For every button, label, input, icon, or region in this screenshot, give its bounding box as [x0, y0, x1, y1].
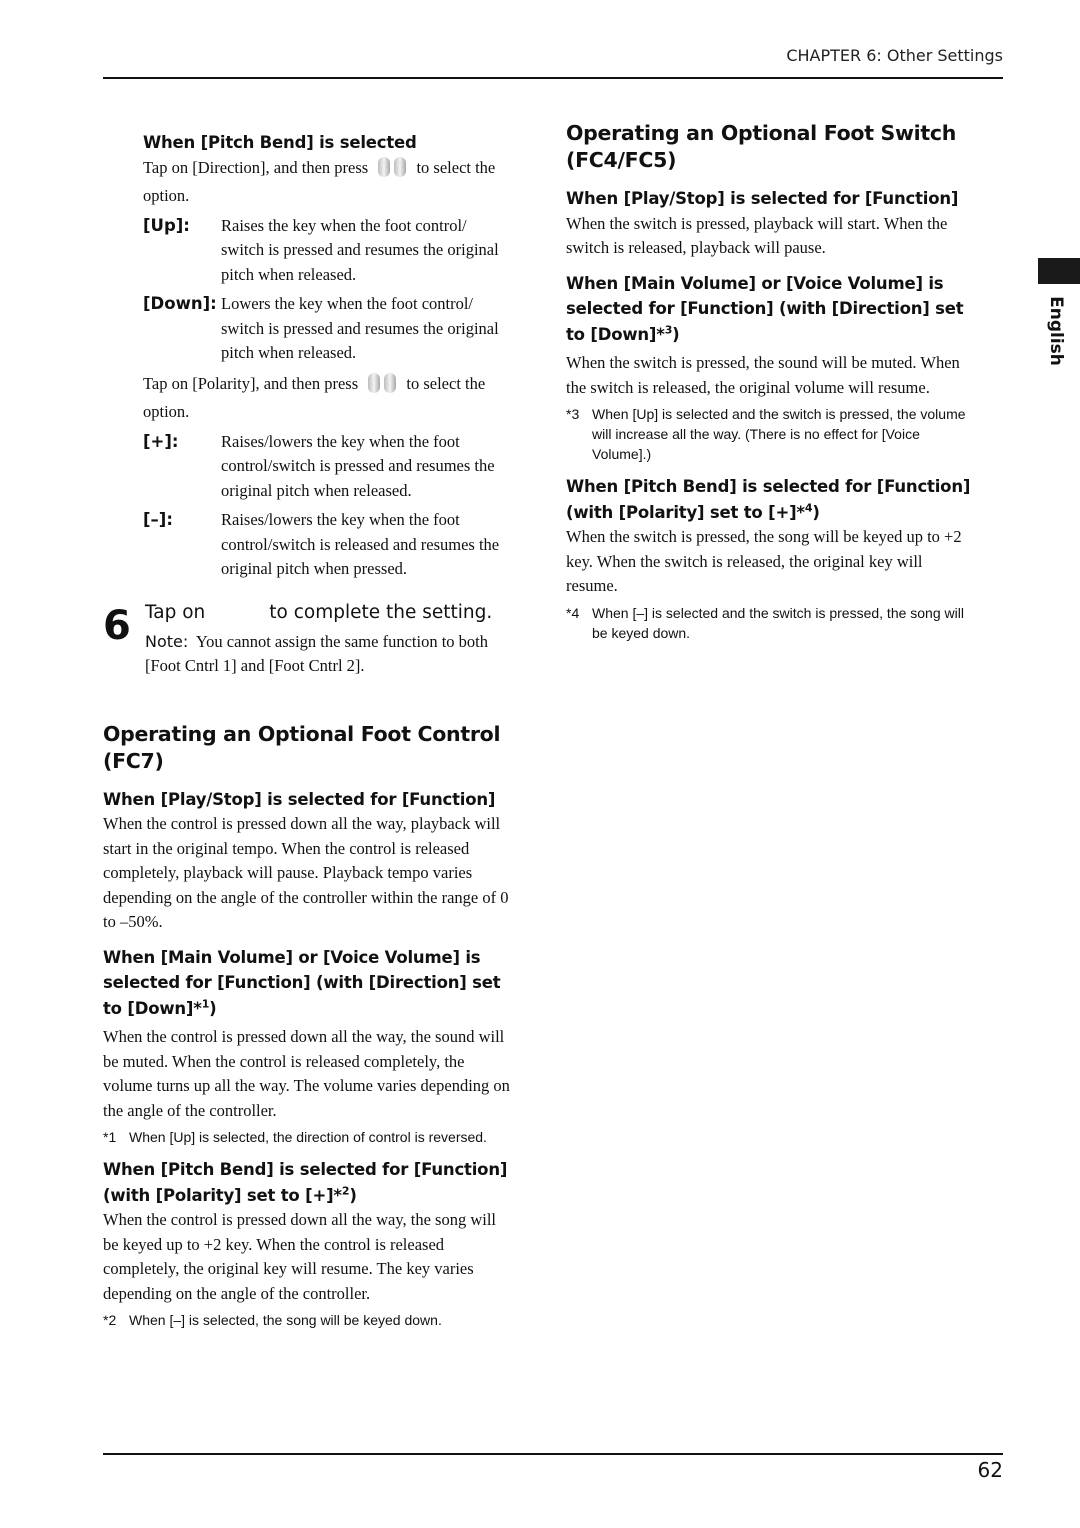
polarity-text-pre: Tap on [Polarity], and then press — [143, 373, 359, 393]
footnote-text: When [Up] is selected, the direction of … — [129, 1129, 487, 1145]
left-arrow-icon — [378, 156, 391, 177]
note-text: You cannot assign the same function to b… — [145, 631, 488, 676]
right-column: Operating an Optional Foot Switch (FC4/F… — [566, 120, 976, 643]
page-number: 62 — [977, 1458, 1003, 1482]
fc45-playstop-heading: When [Play/Stop] is selected for [Functi… — [566, 189, 959, 208]
direction-text-pre: Tap on [Direction], and then press — [143, 157, 369, 177]
fc7-pitch-text: When the control is pressed down all the… — [103, 1210, 497, 1303]
term-up: [Up]: — [143, 215, 190, 235]
step-text-post: to complete the setting. — [269, 601, 493, 623]
step-text-pre: Tap on — [145, 601, 206, 623]
desc-plus: Raises/lowers the key when the foot cont… — [221, 431, 495, 500]
note-label: Note: — [145, 631, 189, 651]
fc7-playstop-text: When the control is pressed down all the… — [103, 814, 509, 931]
footnote-ref: 4 — [804, 501, 813, 514]
fc45-volume-text: When the switch is pressed, the sound wi… — [566, 353, 960, 397]
footnote-2: *2 When [–] is selected, the song will be… — [103, 1310, 513, 1330]
right-arrow-icon — [384, 372, 397, 393]
fc7-playstop-heading: When [Play/Stop] is selected for [Functi… — [103, 789, 496, 809]
footnote-text: When [Up] is selected and the switch is … — [592, 406, 966, 462]
arrow-buttons-icon — [376, 156, 408, 185]
fc7-pitch-heading: When [Pitch Bend] is selected for [Funct… — [103, 1160, 508, 1205]
step-6: 6 Tap on to complete the setting. Note: Y… — [103, 600, 513, 679]
footnote-text: When [–] is selected and the switch is p… — [592, 604, 964, 641]
term-down: [Down]: — [143, 294, 217, 313]
term-minus: [–]: — [143, 510, 173, 529]
step-note: Note: You cannot assign the same functio… — [145, 630, 513, 679]
footnote-text: When [–] is selected, the song will be k… — [129, 1312, 442, 1328]
heading-text: When [Pitch Bend] is selected for [Funct… — [103, 1160, 508, 1205]
fc7-volume-text: When the control is pressed down all the… — [103, 1027, 510, 1120]
heading-text: When [Main Volume] or [Voice Volume] is … — [566, 273, 964, 344]
footnote-mark: *1 — [103, 1129, 117, 1145]
term-plus: [+]: — [143, 431, 179, 451]
footnote-mark: *4 — [566, 604, 580, 621]
footnote-ref: 3 — [664, 323, 673, 336]
manual-page: CHAPTER 6: Other Settings English When [… — [0, 0, 1080, 1528]
fc45-pitch-text: When the switch is pressed, the song wil… — [566, 527, 962, 595]
step-number: 6 — [103, 602, 131, 649]
fc45-playstop-text: When the switch is pressed, playback wil… — [566, 213, 948, 258]
language-tab-label: English — [1046, 296, 1066, 366]
footnote-4: *4 When [–] is selected and the switch is… — [566, 603, 976, 643]
polarity-instruction: Tap on [Polarity], and then press to sel… — [143, 372, 513, 425]
left-arrow-icon — [368, 372, 381, 393]
desc-up: Raises the key when the foot control/ sw… — [221, 215, 499, 284]
fc7-title: Operating an Optional Foot Control (FC7) — [103, 721, 501, 773]
desc-down: Lowers the key when the foot control/ sw… — [221, 294, 499, 362]
pitch-bend-section: When [Pitch Bend] is selected Tap on [Di… — [103, 130, 513, 582]
footnote-3: *3 When [Up] is selected and the switch i… — [566, 404, 976, 464]
definition-up: [Up]: Raises the key when the foot contr… — [143, 214, 513, 288]
arrow-buttons-icon — [366, 372, 398, 401]
header-rule — [103, 77, 1003, 79]
footnote-1: *1 When [Up] is selected, the direction o… — [103, 1127, 513, 1147]
desc-minus: Raises/lowers the key when the foot cont… — [221, 510, 500, 578]
pitch-bend-heading: When [Pitch Bend] is selected — [143, 133, 417, 152]
footer-rule — [103, 1453, 1003, 1455]
fc45-pitch-heading: When [Pitch Bend] is selected for [Funct… — [566, 477, 971, 522]
fc4-fc5-title: Operating an Optional Foot Switch (FC4/F… — [566, 121, 957, 172]
left-column: When [Pitch Bend] is selected Tap on [Di… — [103, 130, 513, 1330]
language-tab-marker — [1038, 258, 1080, 284]
definition-minus: [–]: Raises/lowers the key when the foot… — [143, 508, 513, 582]
footnote-ref: 2 — [341, 1184, 350, 1197]
fc7-section: Operating an Optional Foot Control (FC7)… — [103, 721, 513, 1331]
language-tab: English — [1036, 296, 1076, 366]
step-instruction: Tap on to complete the setting. — [145, 600, 513, 626]
chapter-header: CHAPTER 6: Other Settings — [786, 46, 1003, 65]
direction-instruction: Tap on [Direction], and then press to se… — [143, 156, 513, 209]
fc7-volume-heading: When [Main Volume] or [Voice Volume] is … — [103, 947, 501, 1018]
step-body: Tap on to complete the setting. Note: You… — [145, 600, 513, 679]
heading-text: When [Pitch Bend] is selected for [Funct… — [566, 477, 971, 522]
definition-plus: [+]: Raises/lowers the key when the foot… — [143, 430, 513, 504]
fc45-volume-heading: When [Main Volume] or [Voice Volume] is … — [566, 273, 964, 344]
footnote-mark: *2 — [103, 1312, 117, 1328]
definition-down: [Down]: Lowers the key when the foot con… — [143, 292, 513, 366]
footnote-mark: *3 — [566, 406, 580, 422]
right-arrow-icon — [394, 156, 407, 177]
heading-text: When [Main Volume] or [Voice Volume] is … — [103, 947, 501, 1018]
footnote-ref: 1 — [201, 997, 210, 1010]
